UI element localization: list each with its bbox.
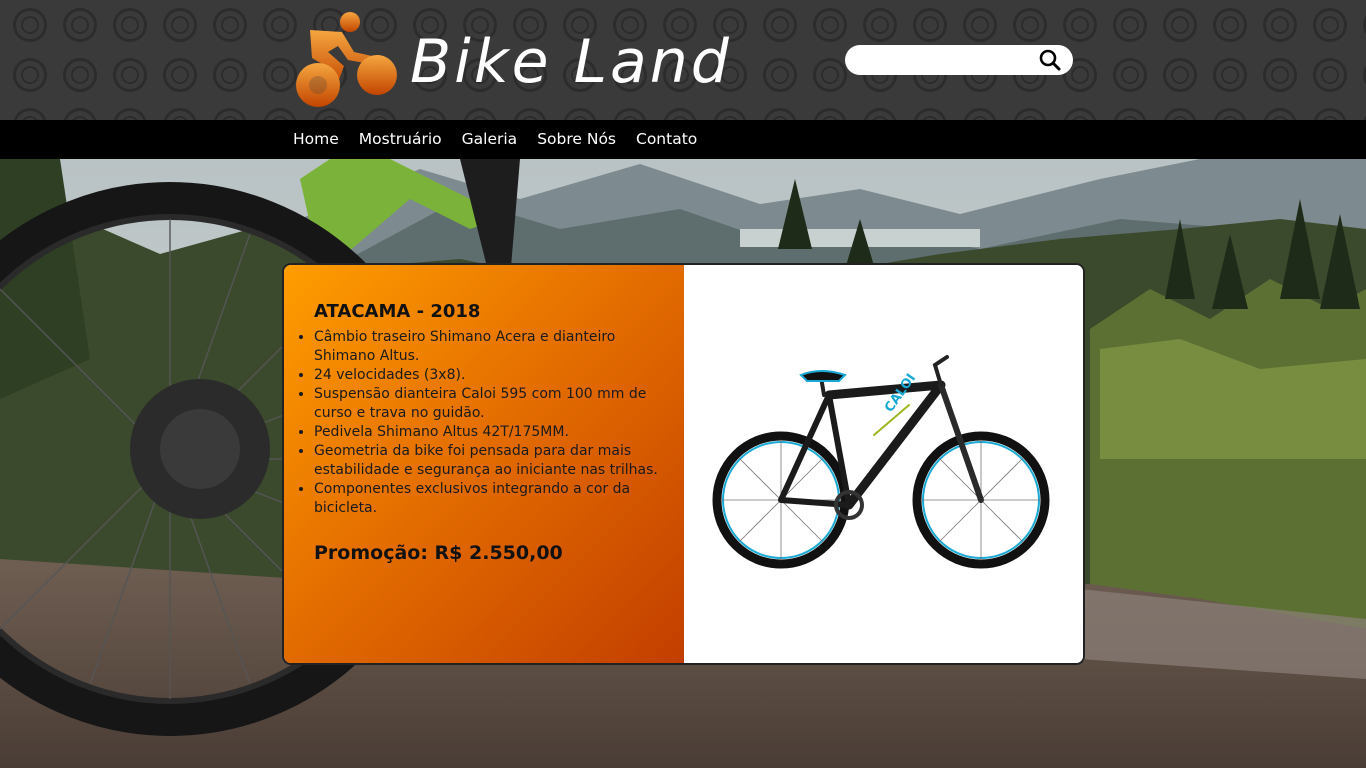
product-info-panel: ATACAMA - 2018 Câmbio traseiro Shimano A… (284, 265, 684, 663)
nav-item-home[interactable]: Home (293, 120, 339, 159)
nav-item-mostruario[interactable]: Mostruário (359, 120, 442, 159)
product-spec-list: Câmbio traseiro Shimano Acera e dianteir… (296, 328, 674, 518)
product-card: ATACAMA - 2018 Câmbio traseiro Shimano A… (282, 263, 1085, 665)
nav-list: Home Mostruário Galeria Sobre Nós Contat… (293, 120, 717, 159)
list-item: Componentes exclusivos integrando a cor … (314, 480, 674, 518)
list-item: Geometria da bike foi pensada para dar m… (314, 442, 674, 480)
search-icon[interactable] (1037, 48, 1063, 72)
nav-item-galeria[interactable]: Galeria (462, 120, 518, 159)
logo-link[interactable]: Bike Land (292, 8, 832, 112)
nav-item-sobre-nos[interactable]: Sobre Nós (537, 120, 616, 159)
product-price: Promoção: R$ 2.550,00 (314, 542, 563, 564)
list-item: Câmbio traseiro Shimano Acera e dianteir… (314, 328, 674, 366)
product-image-panel: CALOI (684, 265, 1083, 663)
list-item: 24 velocidades (3x8). (314, 366, 674, 385)
search-box (845, 45, 1073, 75)
main-nav: Home Mostruário Galeria Sobre Nós Contat… (0, 120, 1366, 159)
list-item: Pedivela Shimano Altus 42T/175MM. (314, 423, 674, 442)
list-item: Suspensão dianteira Caloi 595 com 100 mm… (314, 385, 674, 423)
site-logo-text: Bike Land (410, 27, 732, 97)
site-header: Bike Land (0, 0, 1366, 120)
bicycle-product-image: CALOI (712, 355, 1050, 569)
search-input[interactable] (857, 49, 1031, 73)
nav-item-contato[interactable]: Contato (636, 120, 697, 159)
cyclist-icon (296, 12, 397, 107)
product-title: ATACAMA - 2018 (314, 301, 481, 322)
